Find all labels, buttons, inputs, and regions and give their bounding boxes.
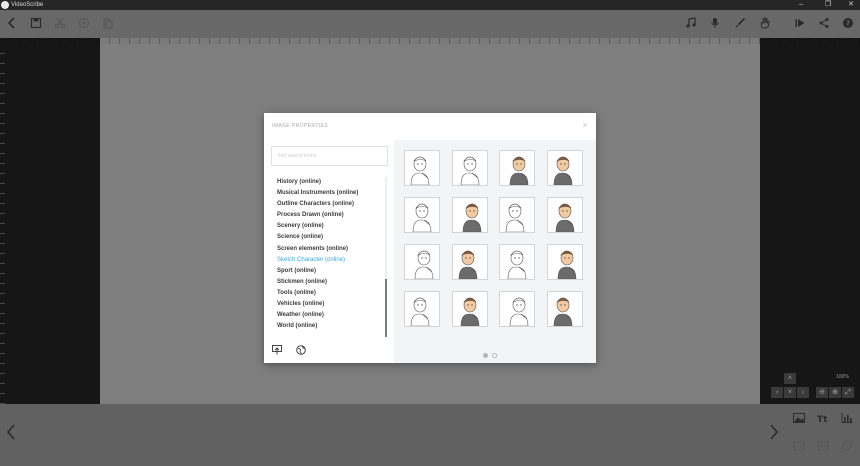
page-indicator-dot[interactable]: [483, 353, 488, 358]
left-panel: [0, 38, 100, 404]
title-bar: VideoScribe – ❐ ✕: [0, 0, 860, 10]
back-icon[interactable]: [4, 15, 20, 31]
sketch-character-icon: [414, 250, 434, 279]
scene-layout-icon[interactable]: [816, 441, 830, 451]
zoom-out-button[interactable]: ⊖: [816, 387, 828, 398]
image-thumbnail[interactable]: [499, 150, 535, 186]
category-item[interactable]: Tools (online): [272, 288, 384, 299]
image-thumbnail[interactable]: [404, 291, 440, 327]
dialog-title: IMAGE PROPERTIES: [272, 123, 329, 129]
music-icon[interactable]: [683, 15, 699, 31]
pan-up-button[interactable]: ˄: [784, 373, 796, 384]
window-title: VideoScribe: [11, 2, 44, 8]
sketch-character-icon: [458, 250, 478, 279]
add-text-icon[interactable]: Tt: [816, 413, 830, 423]
app-logo-icon: [1, 1, 9, 9]
timeline-next-button[interactable]: [767, 422, 781, 442]
sketch-character-icon: [553, 156, 573, 185]
image-thumbnail[interactable]: [547, 197, 583, 233]
timeline-prev-button[interactable]: [4, 422, 18, 442]
sketch-character-icon: [553, 297, 573, 326]
globe-icon[interactable]: [296, 345, 306, 355]
category-item[interactable]: Scenery (online): [272, 221, 384, 232]
save-icon[interactable]: [28, 15, 44, 31]
image-thumbnail[interactable]: [404, 150, 440, 186]
cut-icon[interactable]: [52, 15, 68, 31]
category-item[interactable]: Vehicles (online): [272, 299, 384, 310]
hand-icon[interactable]: [757, 15, 773, 31]
sketch-character-icon: [507, 250, 527, 279]
sketch-character-icon: [460, 297, 480, 326]
top-ruler: [0, 38, 860, 44]
category-item[interactable]: World (online): [272, 321, 384, 332]
image-thumbnail[interactable]: [404, 244, 440, 280]
import-icon[interactable]: [272, 345, 282, 355]
play-icon[interactable]: [792, 15, 808, 31]
category-item[interactable]: Sport (online): [272, 266, 384, 277]
image-thumbnail[interactable]: [499, 291, 535, 327]
sketch-character-icon: [412, 203, 432, 232]
category-item[interactable]: Process Drawn (online): [272, 210, 384, 221]
zoom-level: 100%: [836, 374, 849, 380]
image-thumbnail[interactable]: [452, 150, 488, 186]
scene-settings-icon[interactable]: [792, 441, 806, 451]
page-indicator-dot[interactable]: [492, 353, 497, 358]
image-thumbnail[interactable]: [452, 244, 488, 280]
image-thumbnail[interactable]: [547, 291, 583, 327]
image-gallery: [394, 140, 596, 363]
paste-icon[interactable]: [100, 15, 116, 31]
image-thumbnail[interactable]: [499, 244, 535, 280]
image-thumbnail[interactable]: [452, 291, 488, 327]
category-item[interactable]: Weather (online): [272, 310, 384, 321]
svg-text:Tt: Tt: [817, 415, 828, 423]
category-item[interactable]: Musical Instruments (online): [272, 188, 384, 199]
sketch-character-icon: [555, 203, 575, 232]
category-scrollbar-thumb[interactable]: [385, 279, 387, 337]
right-panel: [760, 38, 860, 404]
category-item[interactable]: Stickmen (online): [272, 277, 384, 288]
sketch-character-icon: [509, 156, 529, 185]
sketch-character-icon: [410, 297, 430, 326]
timeline-bar: [0, 404, 860, 466]
sketch-character-icon: [460, 156, 480, 185]
category-item[interactable]: Outline Characters (online): [272, 199, 384, 210]
pan-down-button[interactable]: ˅: [784, 387, 796, 398]
left-ruler: [0, 44, 5, 404]
microphone-icon[interactable]: [707, 15, 723, 31]
svg-text:?: ?: [846, 20, 850, 28]
sketch-character-icon: [505, 203, 525, 232]
sketch-character-icon: [509, 297, 529, 326]
sketch-character-icon: [462, 203, 482, 232]
category-item[interactable]: History (online): [272, 177, 384, 188]
fit-screen-button[interactable]: ⤢: [842, 387, 854, 398]
image-thumbnail[interactable]: [547, 150, 583, 186]
copy-icon[interactable]: [76, 15, 92, 31]
minimize-button[interactable]: –: [794, 0, 808, 10]
zoom-in-button[interactable]: ⊕: [829, 387, 841, 398]
sketch-character-icon: [410, 156, 430, 185]
image-thumbnail[interactable]: [404, 197, 440, 233]
image-thumbnail[interactable]: [452, 197, 488, 233]
close-icon[interactable]: ×: [581, 121, 589, 130]
share-icon[interactable]: [816, 15, 832, 31]
maximize-button[interactable]: ❐: [821, 0, 835, 10]
add-chart-icon[interactable]: [840, 413, 854, 423]
help-icon[interactable]: ?: [840, 15, 856, 31]
scene-color-icon[interactable]: [840, 441, 854, 451]
search-input[interactable]: [271, 146, 388, 166]
category-list: History (online) Musical Instruments (onl…: [272, 177, 384, 337]
add-image-icon[interactable]: [792, 413, 806, 423]
category-item[interactable]: Screen elements (online): [272, 244, 384, 255]
close-window-button[interactable]: ✕: [844, 0, 858, 10]
brush-icon[interactable]: [732, 15, 748, 31]
image-properties-dialog: IMAGE PROPERTIES × History (online)Music…: [264, 113, 596, 363]
sketch-character-icon: [557, 250, 577, 279]
image-thumbnail[interactable]: [499, 197, 535, 233]
image-thumbnail[interactable]: [547, 244, 583, 280]
main-toolbar: ?: [0, 10, 860, 38]
category-item[interactable]: Sketch Character (online): [272, 255, 384, 266]
pan-right-button[interactable]: ›: [797, 387, 809, 398]
category-item[interactable]: Science (online): [272, 232, 384, 243]
pan-left-button[interactable]: ‹: [771, 387, 783, 398]
